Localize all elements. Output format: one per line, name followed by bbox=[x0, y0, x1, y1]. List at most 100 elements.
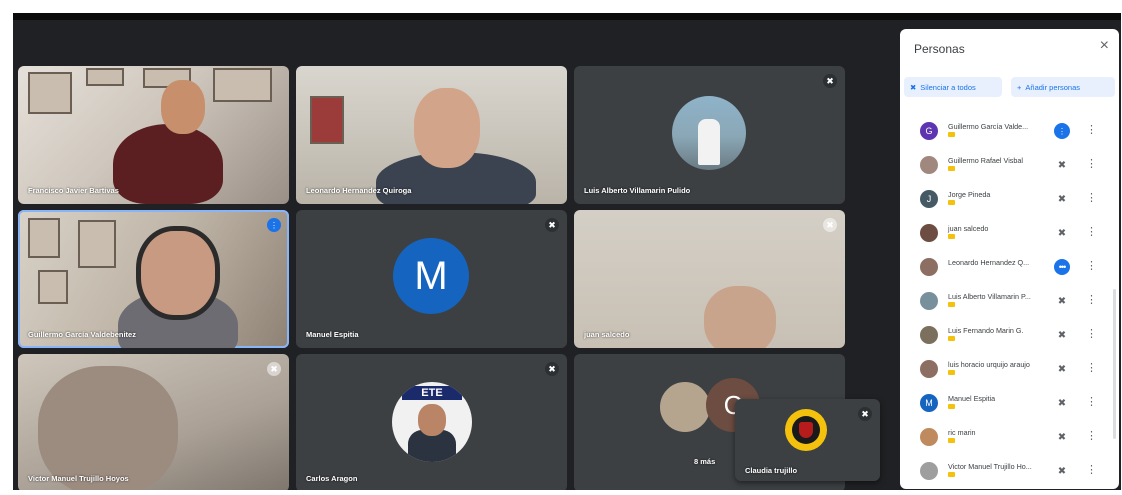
more-vert-icon[interactable]: ⋮ bbox=[1086, 293, 1097, 306]
mic-off-icon: ✖ bbox=[1057, 329, 1067, 341]
participant-name: Luis Alberto Villamarin Pulido bbox=[584, 186, 691, 195]
more-vert-icon[interactable]: ⋮ bbox=[1086, 429, 1097, 442]
add-people-label: Añadir personas bbox=[1025, 82, 1081, 92]
mute-all-button[interactable]: ✖ Silenciar a todos bbox=[904, 77, 1002, 97]
people-panel: Personas × ✖ Silenciar a todos + Añadir … bbox=[900, 29, 1119, 489]
video-tile-victor[interactable]: ✖ Victor Manuel Trujillo Hoyos bbox=[18, 354, 289, 490]
participant-name: Manuel Espitia bbox=[306, 330, 359, 339]
participant-name: Guillermo García Valde... bbox=[948, 122, 1029, 131]
more-vert-icon[interactable]: ⋮ bbox=[1086, 463, 1097, 476]
badge-icon bbox=[948, 166, 955, 171]
mic-off-icon: ✖ bbox=[1057, 227, 1067, 239]
avatar bbox=[920, 428, 938, 446]
video-tile-francisco[interactable]: Francisco Javier Bartivas bbox=[18, 66, 289, 204]
badge-icon bbox=[948, 234, 955, 239]
wall-picture bbox=[38, 270, 68, 304]
more-vert-icon[interactable]: ⋮ bbox=[1086, 361, 1097, 374]
badge-icon bbox=[948, 370, 955, 375]
participant-row[interactable]: Leonardo Hernandez Q... ••• ⋮ bbox=[900, 250, 1119, 284]
participant-row[interactable]: ric marin ✖ ⋮ bbox=[900, 420, 1119, 454]
participant-name: ric marin bbox=[948, 428, 976, 437]
participant-name: Francisco Javier Bartivas bbox=[28, 186, 119, 195]
participant-name: Carlos Aragon bbox=[306, 474, 358, 483]
participant-name: Guillermo Rafael Visbal bbox=[948, 156, 1023, 165]
badge-icon bbox=[948, 132, 955, 137]
participant-photo bbox=[658, 380, 712, 434]
mic-off-icon: ✖ bbox=[1057, 159, 1067, 171]
badge-icon bbox=[948, 404, 955, 409]
badge-icon bbox=[948, 472, 955, 477]
video-tile-juan[interactable]: ✖ juan salcedo bbox=[574, 210, 845, 348]
panel-title: Personas bbox=[914, 42, 965, 56]
mic-off-icon: ✖ bbox=[545, 218, 559, 232]
mic-off-icon: ✖ bbox=[823, 218, 837, 232]
video-tile-luis-alberto[interactable]: ✖ Luis Alberto Villamarin Pulido bbox=[574, 66, 845, 204]
avatar bbox=[920, 360, 938, 378]
floating-video-tile[interactable]: ✖ Claudia trujillo bbox=[735, 399, 880, 481]
audio-level-icon: ⋮ bbox=[1054, 123, 1070, 139]
mic-off-icon: ✖ bbox=[823, 74, 837, 88]
participant-row[interactable]: Luis Alberto Villamarin P... ✖ ⋮ bbox=[900, 284, 1119, 318]
participant-row[interactable]: J Jorge Pineda ✖ ⋮ bbox=[900, 182, 1119, 216]
scrollbar[interactable] bbox=[1113, 289, 1116, 439]
avatar: M bbox=[920, 394, 938, 412]
more-vert-icon[interactable]: ⋮ bbox=[1086, 225, 1097, 238]
mic-off-icon: ✖ bbox=[910, 82, 917, 92]
participant-row[interactable]: juan salcedo ✖ ⋮ bbox=[900, 216, 1119, 250]
wall-picture bbox=[28, 72, 72, 114]
participant-name: Manuel Espitia bbox=[948, 394, 996, 403]
badge-icon bbox=[948, 200, 955, 205]
video-tile-carlos[interactable]: ✖ ETE Carlos Aragon bbox=[296, 354, 567, 490]
more-vert-icon[interactable]: ⋮ bbox=[1086, 157, 1097, 170]
badge-icon bbox=[948, 302, 955, 307]
mic-off-icon: ✖ bbox=[858, 407, 872, 421]
participant-name: Luis Alberto Villamarin P... bbox=[948, 292, 1031, 301]
avatar: G bbox=[920, 122, 938, 140]
participant-name: Jorge Pineda bbox=[948, 190, 991, 199]
avatar bbox=[920, 258, 938, 276]
more-vert-icon[interactable]: ⋮ bbox=[1086, 123, 1097, 136]
mic-off-icon: ✖ bbox=[1057, 431, 1067, 443]
audio-level-icon: ⋮ bbox=[267, 218, 281, 232]
mic-off-icon: ✖ bbox=[1057, 193, 1067, 205]
close-icon[interactable]: × bbox=[1100, 37, 1109, 55]
avatar bbox=[920, 224, 938, 242]
avatar: J bbox=[920, 190, 938, 208]
wall-picture bbox=[78, 220, 116, 268]
participant-avatar: M bbox=[393, 238, 469, 314]
participant-head bbox=[38, 366, 178, 490]
participant-name: luis horacio urquijo araujo bbox=[948, 360, 1030, 369]
mic-off-icon: ✖ bbox=[1057, 465, 1067, 477]
participant-row[interactable]: Victor Manuel Trujillo Ho... ✖ ⋮ bbox=[900, 454, 1119, 488]
participant-photo bbox=[672, 96, 746, 170]
more-vert-icon[interactable]: ⋮ bbox=[1086, 395, 1097, 408]
badge-icon bbox=[948, 438, 955, 443]
video-tile-guillermo[interactable]: ⋮ Guillermo García Valdebenitez bbox=[18, 210, 289, 348]
video-tile-manuel[interactable]: ✖ M Manuel Espitia bbox=[296, 210, 567, 348]
participant-row[interactable]: M Manuel Espitia ✖ ⋮ bbox=[900, 386, 1119, 420]
more-participants-label: 8 más bbox=[694, 457, 716, 466]
add-people-button[interactable]: + Añadir personas bbox=[1011, 77, 1115, 97]
mic-off-icon: ✖ bbox=[1057, 397, 1067, 409]
participant-name: Leonardo Hernandez Quiroga bbox=[306, 186, 412, 195]
mic-off-icon: ✖ bbox=[267, 362, 281, 376]
wall-picture bbox=[213, 68, 272, 102]
mic-off-icon: ✖ bbox=[1057, 363, 1067, 375]
more-vert-icon[interactable]: ⋮ bbox=[1086, 327, 1097, 340]
participant-photo: ETE bbox=[392, 382, 472, 462]
participant-name: juan salcedo bbox=[948, 224, 989, 233]
participant-row[interactable]: Guillermo Rafael Visbal ✖ ⋮ bbox=[900, 148, 1119, 182]
add-person-icon: + bbox=[1017, 82, 1022, 92]
participant-row[interactable]: G Guillermo García Valde... ⋮ ⋮ bbox=[900, 114, 1119, 148]
wall-picture bbox=[310, 96, 344, 144]
video-tile-leonardo[interactable]: Leonardo Hernandez Quiroga bbox=[296, 66, 567, 204]
more-vert-icon[interactable]: ⋮ bbox=[1086, 191, 1097, 204]
wall-picture bbox=[28, 218, 60, 258]
participant-name: Luis Fernando Marin G. bbox=[948, 326, 1024, 335]
more-vert-icon[interactable]: ⋮ bbox=[1086, 259, 1097, 272]
participant-name: Claudia trujillo bbox=[745, 466, 798, 475]
participant-head bbox=[704, 286, 776, 348]
participant-row[interactable]: luis horacio urquijo araujo ✖ ⋮ bbox=[900, 352, 1119, 386]
participant-row[interactable]: Luis Fernando Marin G. ✖ ⋮ bbox=[900, 318, 1119, 352]
more-horiz-icon: ••• bbox=[1054, 259, 1070, 275]
